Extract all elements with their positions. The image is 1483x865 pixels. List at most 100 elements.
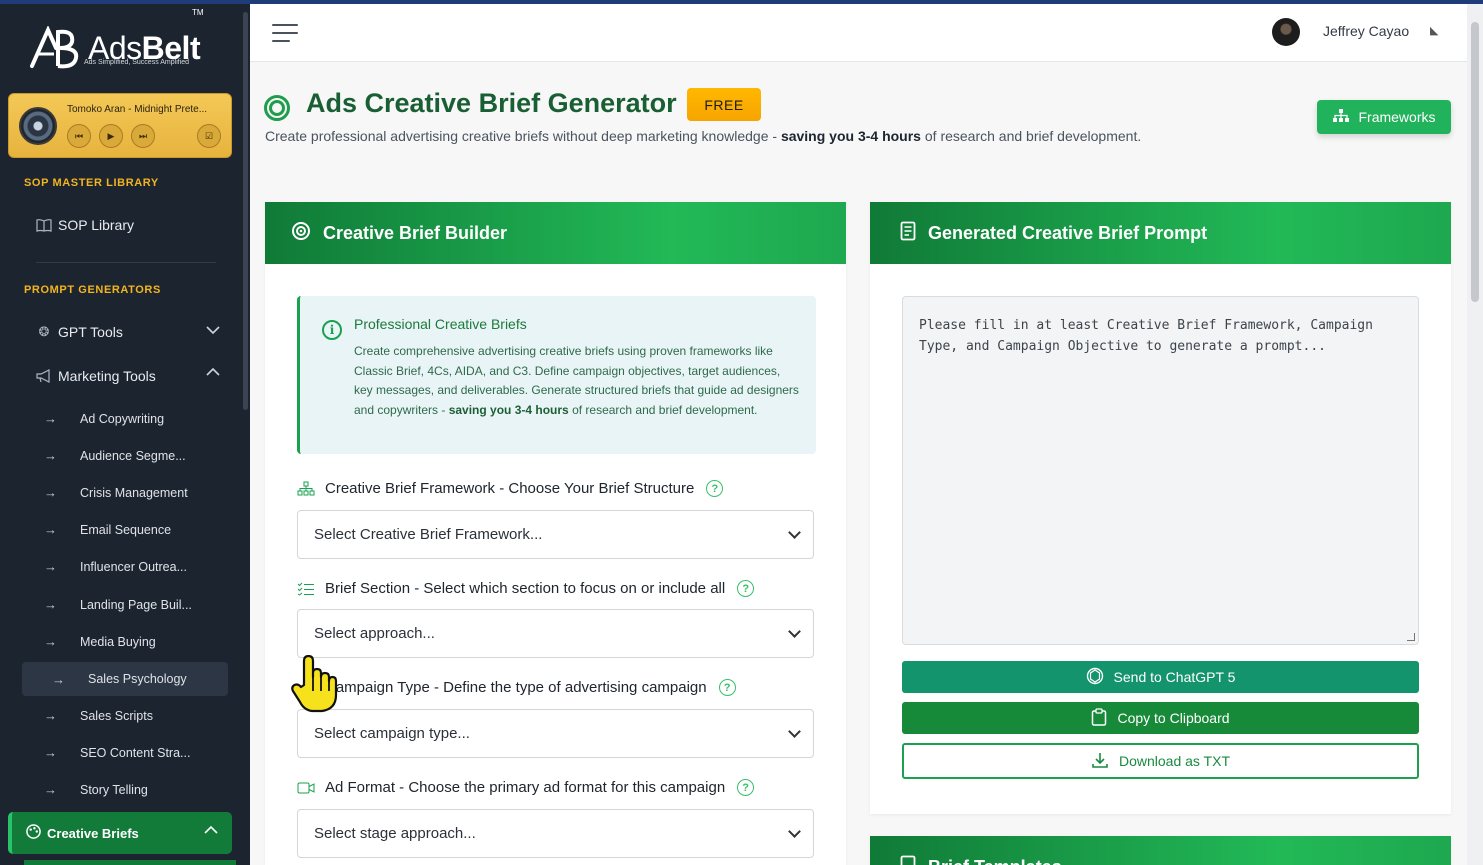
info-text: Create comprehensive advertising creativ…: [354, 344, 799, 417]
menu-toggle-icon[interactable]: [272, 24, 298, 42]
field-label-brief-section: Brief Section - Select which section to …: [297, 580, 755, 597]
card-header: Brief Templates: [870, 836, 1451, 865]
sidebar-sub-item[interactable]: → Ad Copywriting: [44, 411, 164, 426]
copy-to-clipboard-button[interactable]: Copy to Clipboard: [902, 702, 1419, 734]
next-track-button[interactable]: ⏭: [131, 124, 155, 148]
field-label-ad-format: Ad Format - Choose the primary ad format…: [297, 779, 755, 796]
previous-icon: ⏮: [74, 130, 84, 141]
clipboard-icon: [1091, 707, 1107, 729]
user-name[interactable]: Jeffrey Cayao: [1323, 23, 1409, 39]
arrow-right-icon: →: [44, 745, 57, 760]
chevron-up-icon[interactable]: [206, 364, 220, 380]
music-player: Tomoko Aran - Midnight Prete... ⏮ ▶ ⏭ ☑: [8, 93, 232, 158]
chevron-down-icon: [788, 825, 801, 838]
hand-cursor-icon: [290, 654, 338, 713]
palette-icon: [26, 824, 41, 842]
card-title: Brief Templates: [928, 857, 1062, 865]
brief-templates-card: Brief Templates: [870, 836, 1451, 865]
megaphone-icon: [36, 369, 52, 383]
logo-trademark: TM: [192, 8, 204, 17]
field-label-campaign-type: Campaign Type - Define the type of adver…: [297, 679, 736, 696]
sidebar-item-label: GPT Tools: [58, 324, 123, 340]
arrow-right-icon: →: [44, 485, 57, 500]
openai-icon: [1086, 667, 1104, 688]
playlist-button[interactable]: ☑: [197, 124, 221, 148]
page-scrollbar[interactable]: [1467, 4, 1483, 865]
sidebar-sub-item[interactable]: → Landing Page Buil...: [44, 597, 192, 612]
sidebar-divider: [36, 262, 216, 263]
help-icon[interactable]: ?: [737, 580, 755, 597]
frameworks-button[interactable]: Frameworks: [1317, 100, 1451, 134]
info-callout: i Professional Creative Briefs Create co…: [297, 296, 816, 454]
player-track-title: Tomoko Aran - Midnight Prete...: [67, 104, 208, 115]
help-icon[interactable]: ?: [737, 779, 755, 796]
chevron-up-icon[interactable]: [204, 822, 218, 838]
sitemap-icon: [297, 481, 325, 496]
campaign-type-select[interactable]: Select campaign type...: [297, 709, 814, 758]
framework-select[interactable]: Select Creative Brief Framework...: [297, 510, 814, 559]
sidebar-sub-item[interactable]: → SEO Content Stra...: [44, 745, 190, 760]
avatar[interactable]: [1272, 18, 1300, 46]
sidebar-item-marketing-tools[interactable]: Marketing Tools: [36, 368, 156, 384]
target-icon: [264, 95, 290, 121]
prompt-output-textarea[interactable]: Please fill in at least Creative Brief F…: [902, 296, 1419, 645]
card-header: Creative Brief Builder: [265, 202, 846, 264]
target-icon: [291, 221, 311, 246]
card-title: Generated Creative Brief Prompt: [928, 222, 1208, 243]
sidebar-sub-item[interactable]: → Audience Segme...: [44, 448, 186, 463]
sidebar-sub-item[interactable]: → Story Telling: [44, 782, 148, 797]
sidebar-section-prompts: PROMPT GENERATORS: [24, 284, 161, 296]
sidebar-item-label: Marketing Tools: [58, 368, 156, 384]
sidebar: AdsBelt TM Ads Simplified, Success Ampli…: [0, 4, 250, 865]
user-menu-caret-icon[interactable]: ◣: [1430, 24, 1438, 37]
logo-mark-icon: [28, 25, 84, 70]
help-icon[interactable]: ?: [718, 679, 736, 696]
sidebar-section-sop: SOP MASTER LIBRARY: [24, 177, 159, 189]
sidebar-sub-item[interactable]: → Media Buying: [44, 634, 156, 649]
logo-tagline: Ads Simplified, Success Amplified: [84, 59, 190, 66]
arrow-right-icon: →: [44, 634, 57, 649]
previous-track-button[interactable]: ⏮: [67, 124, 91, 148]
sidebar-item-sop-library[interactable]: SOP Library: [36, 217, 134, 233]
card-title: Creative Brief Builder: [323, 222, 508, 243]
arrow-right-icon: →: [44, 782, 57, 797]
openai-icon: ❂: [38, 324, 50, 339]
next-icon: ⏭: [138, 130, 148, 141]
sidebar-sub-item[interactable]: → Email Sequence: [44, 522, 171, 537]
main-content: Jeffrey Cayao ◣ Ads Creative Brief Gener…: [250, 4, 1467, 865]
resize-handle-icon[interactable]: [1407, 633, 1415, 641]
document-icon: [900, 221, 916, 246]
sidebar-sub-item-active[interactable]: → Sales Psychology: [22, 662, 228, 696]
brief-section-select[interactable]: Select approach...: [297, 609, 814, 658]
arrow-right-icon: →: [44, 597, 57, 612]
document-icon: [900, 855, 916, 865]
frameworks-button-label: Frameworks: [1358, 109, 1436, 125]
list-check-icon: [297, 582, 325, 596]
sidebar-scrollbar[interactable]: [243, 12, 248, 410]
info-title: Professional Creative Briefs: [354, 316, 527, 332]
sidebar-item-gpt-tools[interactable]: ❂ GPT Tools: [36, 324, 123, 340]
info-icon: i: [322, 320, 342, 340]
arrow-right-icon: →: [44, 559, 57, 574]
sitemap-icon: [1332, 108, 1350, 126]
play-button[interactable]: ▶: [99, 124, 123, 148]
card-header: Generated Creative Brief Prompt: [870, 202, 1451, 264]
ad-format-select[interactable]: Select stage approach...: [297, 809, 814, 858]
page-scrollbar-thumb[interactable]: [1471, 22, 1479, 302]
page-title: Ads Creative Brief Generator: [306, 88, 677, 118]
send-to-chatgpt-button[interactable]: Send to ChatGPT 5: [902, 661, 1419, 693]
field-label-framework: Creative Brief Framework - Choose Your B…: [297, 480, 724, 497]
checkbox-icon: ☑: [204, 130, 214, 141]
download-txt-button[interactable]: Download as TXT: [902, 743, 1419, 779]
page-subtitle: Create professional advertising creative…: [265, 128, 1142, 144]
sidebar-next-item-peek: [24, 860, 236, 865]
sidebar-sub-item[interactable]: → Sales Scripts: [44, 708, 153, 723]
chevron-down-icon[interactable]: [206, 322, 220, 338]
arrow-right-icon: →: [52, 671, 65, 687]
sidebar-item-creative-briefs[interactable]: Creative Briefs: [8, 812, 232, 854]
help-icon[interactable]: ?: [706, 480, 724, 497]
book-icon: [36, 218, 52, 232]
play-icon: ▶: [107, 130, 115, 141]
sidebar-sub-item[interactable]: → Crisis Management: [44, 485, 188, 500]
sidebar-sub-item[interactable]: → Influencer Outrea...: [44, 559, 187, 574]
